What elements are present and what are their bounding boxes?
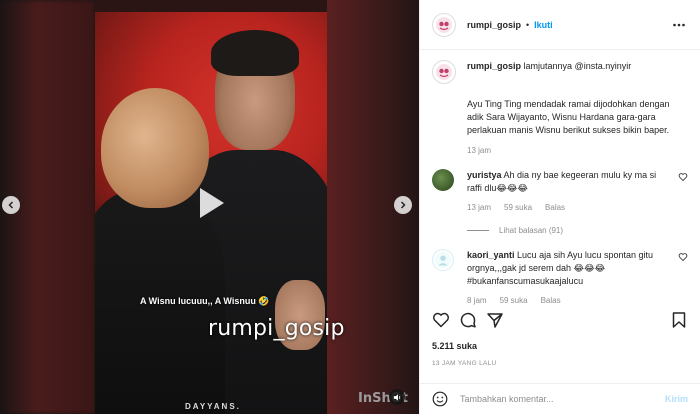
share-send-icon[interactable] [486, 311, 504, 329]
avatar[interactable] [432, 12, 456, 37]
caption-first-line: rumpi_gosip lamjutannya @insta.nyinyir [467, 60, 631, 84]
comment-bubble-icon[interactable] [459, 311, 477, 329]
action-bar [432, 311, 688, 333]
emoji-icon[interactable] [432, 391, 448, 407]
speaker-icon [393, 393, 400, 401]
caption-username[interactable]: rumpi_gosip [467, 61, 521, 71]
avatar[interactable] [432, 249, 454, 271]
chevron-right-icon [400, 201, 406, 209]
view-replies-button[interactable]: Lihat balasan (91) [467, 226, 688, 235]
comment-likes[interactable]: 59 suka [500, 296, 528, 305]
comment-body: yuristya Ah dia ny bae kegeeran mulu ky … [467, 169, 667, 195]
comments-section[interactable]: rumpi_gosip lamjutannya @insta.nyinyir A… [420, 50, 700, 305]
post-timestamp: 13 JAM YANG LALU [432, 360, 497, 367]
comment-meta: 8 jam 59 suka Balas [467, 296, 688, 305]
audio-toggle-button[interactable] [389, 389, 405, 405]
comment-time: 13 jam [467, 203, 492, 212]
video-caption-overlay: A Wisnu lucuuu,, A Wisnuu 🤣 [140, 296, 270, 306]
profile-logo-icon [436, 64, 452, 80]
comment-body: kaori_yanti Lucu aja sih Ayu lucu sponta… [467, 249, 667, 288]
post-header: rumpi_gosip • Ikuti [420, 0, 700, 50]
comment-likes[interactable]: 59 suka [504, 203, 532, 212]
chevron-left-icon [8, 201, 14, 209]
post-caption: rumpi_gosip lamjutannya @insta.nyinyir [432, 50, 688, 84]
like-heart-icon[interactable] [432, 311, 450, 329]
comment-username[interactable]: kaori_yanti [467, 250, 515, 260]
profile-logo-icon [436, 16, 452, 33]
caption-text: Ayu Ting Ting mendadak ramai dijodohkan … [467, 99, 670, 135]
post-comment-button[interactable]: Kirim [665, 394, 688, 404]
header-username[interactable]: rumpi_gosip [467, 20, 521, 30]
comment-input[interactable]: Tambahkan komentar... [460, 394, 665, 404]
replies-divider [467, 230, 489, 231]
man-hair [211, 30, 299, 76]
bookmark-icon[interactable] [670, 311, 688, 329]
video-watermark: rumpi_gosip [208, 316, 345, 341]
next-media-button[interactable] [394, 196, 412, 214]
heart-icon[interactable] [678, 172, 688, 182]
avatar[interactable] [432, 60, 456, 84]
view-replies-label[interactable]: Lihat balasan (91) [499, 226, 563, 235]
brand-tag: DAYYANS. [185, 402, 241, 411]
likes-count[interactable]: 5.211 suka [432, 341, 477, 351]
header-separator: • [526, 19, 530, 30]
reply-button[interactable]: Balas [541, 296, 561, 305]
follow-button[interactable]: Ikuti [534, 20, 553, 30]
comment-username[interactable]: yuristya [467, 170, 502, 180]
comment-meta: 13 jam 59 suka Balas [467, 203, 688, 212]
play-icon[interactable] [186, 180, 232, 226]
post-details-panel: rumpi_gosip • Ikuti rumpi_gosip lamjutan… [419, 0, 700, 414]
caption-timestamp: 13 jam [467, 146, 492, 155]
comment-item: kaori_yanti Lucu aja sih Ayu lucu sponta… [432, 249, 688, 288]
reply-button[interactable]: Balas [545, 203, 565, 212]
comment-item: yuristya Ah dia ny bae kegeeran mulu ky … [432, 169, 688, 195]
avatar[interactable] [432, 169, 454, 191]
caption-first-line-text: lamjutannya @insta.nyinyir [523, 61, 632, 71]
heart-icon[interactable] [678, 252, 688, 262]
more-options-icon[interactable] [672, 18, 686, 32]
cartoon-avatar-icon [434, 251, 452, 269]
add-comment-bar: Tambahkan komentar... Kirim [420, 383, 700, 414]
media-viewer[interactable]: A Wisnu lucuuu,, A Wisnuu 🤣 rumpi_gosip … [0, 0, 419, 414]
previous-media-button[interactable] [2, 196, 20, 214]
comment-time: 8 jam [467, 296, 487, 305]
post-modal: A Wisnu lucuuu,, A Wisnuu 🤣 rumpi_gosip … [0, 0, 700, 414]
